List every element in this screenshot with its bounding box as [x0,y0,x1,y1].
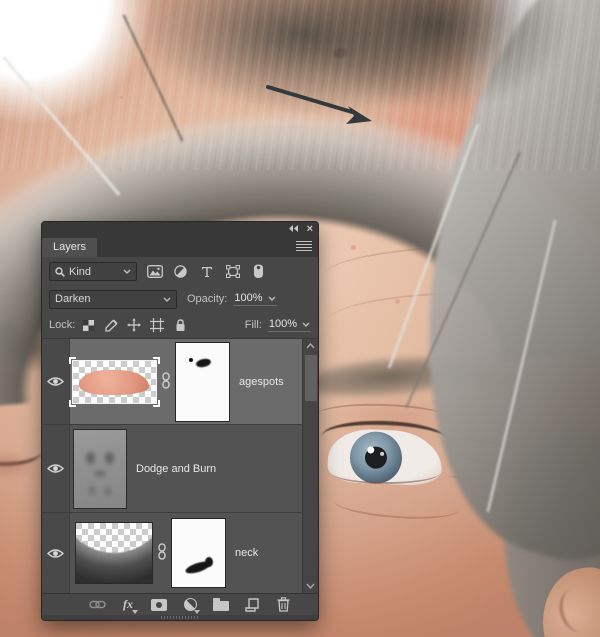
new-group-icon[interactable] [212,597,230,613]
shape-layer-filter-icon[interactable] [224,263,241,280]
blend-mode-dropdown[interactable]: Darken [49,289,177,309]
hair-strand-texture [0,0,600,170]
neck-art [76,523,152,583]
layer-row-neck[interactable]: neck [42,513,318,593]
fill-label: Fill: [244,319,262,331]
search-icon [55,266,65,277]
layers-list: agespots Dodge and Burn neck [42,338,318,593]
layer-mask-thumbnail[interactable] [171,518,226,588]
photoshop-canvas: × Layers Kind Darken Opacity: 100% Lock:… [0,0,600,637]
panel-tabbar: Layers [42,235,318,257]
panel-titlebar: × [42,222,318,235]
new-adjustment-layer-icon[interactable] [181,597,200,614]
filter-kind-label: Kind [69,265,92,278]
panel-footer: fx [42,593,318,615]
panel-resize-strip[interactable] [42,615,318,620]
layer-thumbnail[interactable] [73,428,127,509]
opacity-value[interactable]: 100% [233,292,277,306]
chevron-down-icon [123,269,131,274]
adjustment-layer-filter-icon[interactable] [172,263,189,280]
fill-value[interactable]: 100% [267,318,311,332]
layer-thumbnail[interactable] [69,356,160,407]
blend-mode-row: Darken Opacity: 100% [42,286,318,312]
chevron-down-icon [163,297,171,302]
scroll-down-icon[interactable] [303,579,319,593]
lower-lash-line [332,462,440,484]
eye-icon [47,548,64,558]
lock-row: Lock: Fill: 100% [42,312,318,338]
lock-transparent-pixels-icon[interactable] [81,318,95,332]
layers-panel: × Layers Kind Darken Opacity: 100% Lock:… [41,221,319,621]
scrollbar-thumb[interactable] [304,355,317,401]
opacity-value-text: 100% [234,292,263,304]
visibility-toggle[interactable] [42,425,70,512]
panel-menu-icon[interactable] [296,241,312,252]
pixel-layer-filter-icon[interactable] [146,263,163,280]
visibility-toggle[interactable] [42,339,70,424]
smart-object-filter-icon[interactable] [250,263,267,280]
collapse-panel-icon[interactable] [288,225,299,232]
layer-row-agespots[interactable]: agespots [42,339,318,425]
layer-name[interactable]: neck [235,547,258,559]
layer-style-fx-icon[interactable]: fx [119,597,138,614]
link-layers-icon[interactable] [88,597,106,613]
agespots-patch-art [78,369,149,395]
lock-position-icon[interactable] [127,318,142,332]
chevron-down-icon [302,322,310,327]
tab-layers[interactable]: Layers [42,238,98,257]
fill-value-text: 100% [268,318,297,330]
resize-grip-icon [161,616,199,619]
layers-scrollbar[interactable] [302,339,318,593]
blend-mode-value: Darken [55,293,91,305]
opacity-label: Opacity: [187,293,228,305]
lock-label: Lock: [49,319,76,331]
layer-mask-thumbnail[interactable] [175,341,230,422]
filter-kind-dropdown[interactable]: Kind [49,262,137,281]
visibility-toggle[interactable] [42,513,70,593]
eye-icon [47,377,64,386]
layer-row-dodge-and-burn[interactable]: Dodge and Burn [42,425,318,513]
mask-link-icon[interactable] [161,371,171,392]
close-icon[interactable]: × [307,223,313,234]
type-layer-filter-icon[interactable] [198,263,215,280]
mask-link-icon[interactable] [157,543,167,563]
layer-filter-row: Kind [42,257,318,286]
lock-image-pixels-icon[interactable] [104,318,118,332]
eye-icon [47,464,64,473]
lock-all-icon[interactable] [173,318,187,332]
new-layer-icon[interactable] [243,597,261,613]
scroll-up-icon[interactable] [303,339,319,353]
lock-artboard-nesting-icon[interactable] [150,318,165,332]
chevron-down-icon [268,296,275,301]
delete-layer-icon[interactable] [274,597,292,613]
layer-thumbnail[interactable] [75,522,153,584]
layer-name[interactable]: agespots [239,376,284,388]
add-layer-mask-icon[interactable] [150,597,168,613]
layer-name[interactable]: Dodge and Burn [136,463,216,475]
